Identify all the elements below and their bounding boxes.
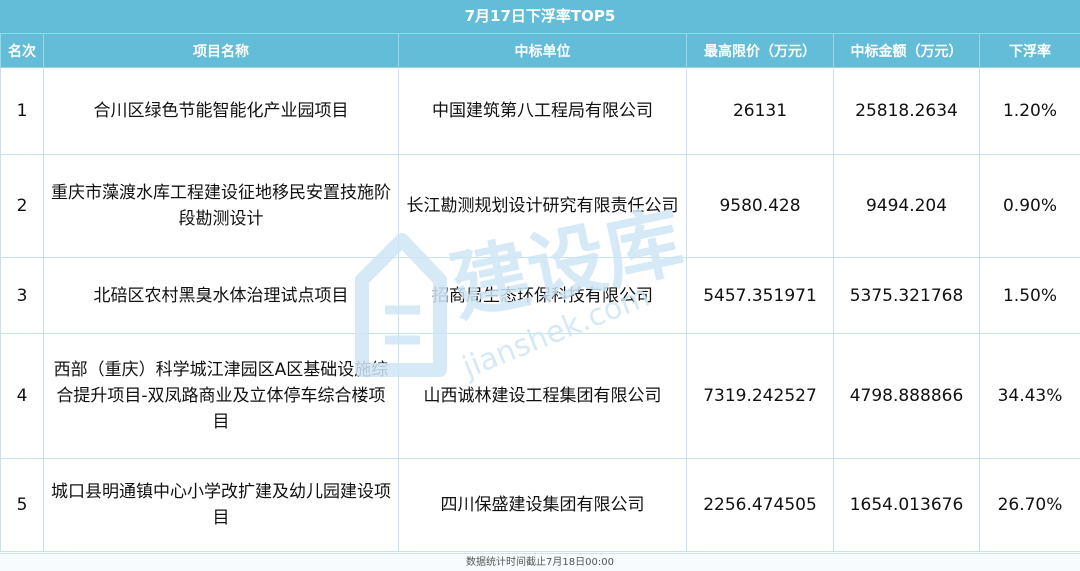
rank-cell: 5 [1,459,44,552]
col-header-project: 项目名称 [44,34,399,68]
bid-amount-cell: 5375.321768 [834,258,980,334]
rank-cell: 3 [1,258,44,334]
rate-cell: 1.50% [980,258,1080,334]
rate-cell: 0.90% [980,155,1080,258]
winner-cell: 招商局生态环保科技有限公司 [399,258,687,334]
top5-table: 名次 项目名称 中标单位 最高限价（万元） 中标金额（万元） 下浮率 1 合川区… [0,33,1080,552]
winner-cell: 四川保盛建设集团有限公司 [399,459,687,552]
bid-amount-cell: 9494.204 [834,155,980,258]
project-cell: 合川区绿色节能智能化产业园项目 [44,68,399,155]
table-row: 1 合川区绿色节能智能化产业园项目 中国建筑第八工程局有限公司 26131 25… [1,68,1080,155]
project-cell: 重庆市藻渡水库工程建设征地移民安置技施阶段勘测设计 [44,155,399,258]
max-price-cell: 9580.428 [687,155,834,258]
header-row: 名次 项目名称 中标单位 最高限价（万元） 中标金额（万元） 下浮率 [1,34,1080,68]
table-title: 7月17日下浮率TOP5 [0,0,1080,33]
rank-cell: 4 [1,334,44,459]
table-row: 5 城口县明通镇中心小学改扩建及幼儿园建设项目 四川保盛建设集团有限公司 225… [1,459,1080,552]
rate-cell: 26.70% [980,459,1080,552]
table-row: 2 重庆市藻渡水库工程建设征地移民安置技施阶段勘测设计 长江勘测规划设计研究有限… [1,155,1080,258]
bid-amount-cell: 1654.013676 [834,459,980,552]
rate-cell: 1.20% [980,68,1080,155]
table-row: 4 西部（重庆）科学城江津园区A区基础设施综合提升项目-双凤路商业及立体停车综合… [1,334,1080,459]
bid-amount-cell: 4798.888866 [834,334,980,459]
bid-amount-cell: 25818.2634 [834,68,980,155]
winner-cell: 长江勘测规划设计研究有限责任公司 [399,155,687,258]
max-price-cell: 26131 [687,68,834,155]
col-header-rank: 名次 [1,34,44,68]
table-row: 3 北碚区农村黑臭水体治理试点项目 招商局生态环保科技有限公司 5457.351… [1,258,1080,334]
max-price-cell: 5457.351971 [687,258,834,334]
project-cell: 西部（重庆）科学城江津园区A区基础设施综合提升项目-双凤路商业及立体停车综合楼项… [44,334,399,459]
col-header-rate: 下浮率 [980,34,1080,68]
winner-cell: 山西诚林建设工程集团有限公司 [399,334,687,459]
winner-cell: 中国建筑第八工程局有限公司 [399,68,687,155]
rank-cell: 1 [1,68,44,155]
project-cell: 城口县明通镇中心小学改扩建及幼儿园建设项目 [44,459,399,552]
data-timestamp-note: 数据统计时间截止7月18日00:00 [0,553,1080,571]
rank-cell: 2 [1,155,44,258]
col-header-winner: 中标单位 [399,34,687,68]
project-cell: 北碚区农村黑臭水体治理试点项目 [44,258,399,334]
col-header-bid-amount: 中标金额（万元） [834,34,980,68]
rate-cell: 34.43% [980,334,1080,459]
max-price-cell: 7319.242527 [687,334,834,459]
col-header-max-price: 最高限价（万元） [687,34,834,68]
ranking-table-card: 7月17日下浮率TOP5 名次 项目名称 中标单位 最高限价（万元） 中标金额（… [0,0,1080,570]
max-price-cell: 2256.474505 [687,459,834,552]
